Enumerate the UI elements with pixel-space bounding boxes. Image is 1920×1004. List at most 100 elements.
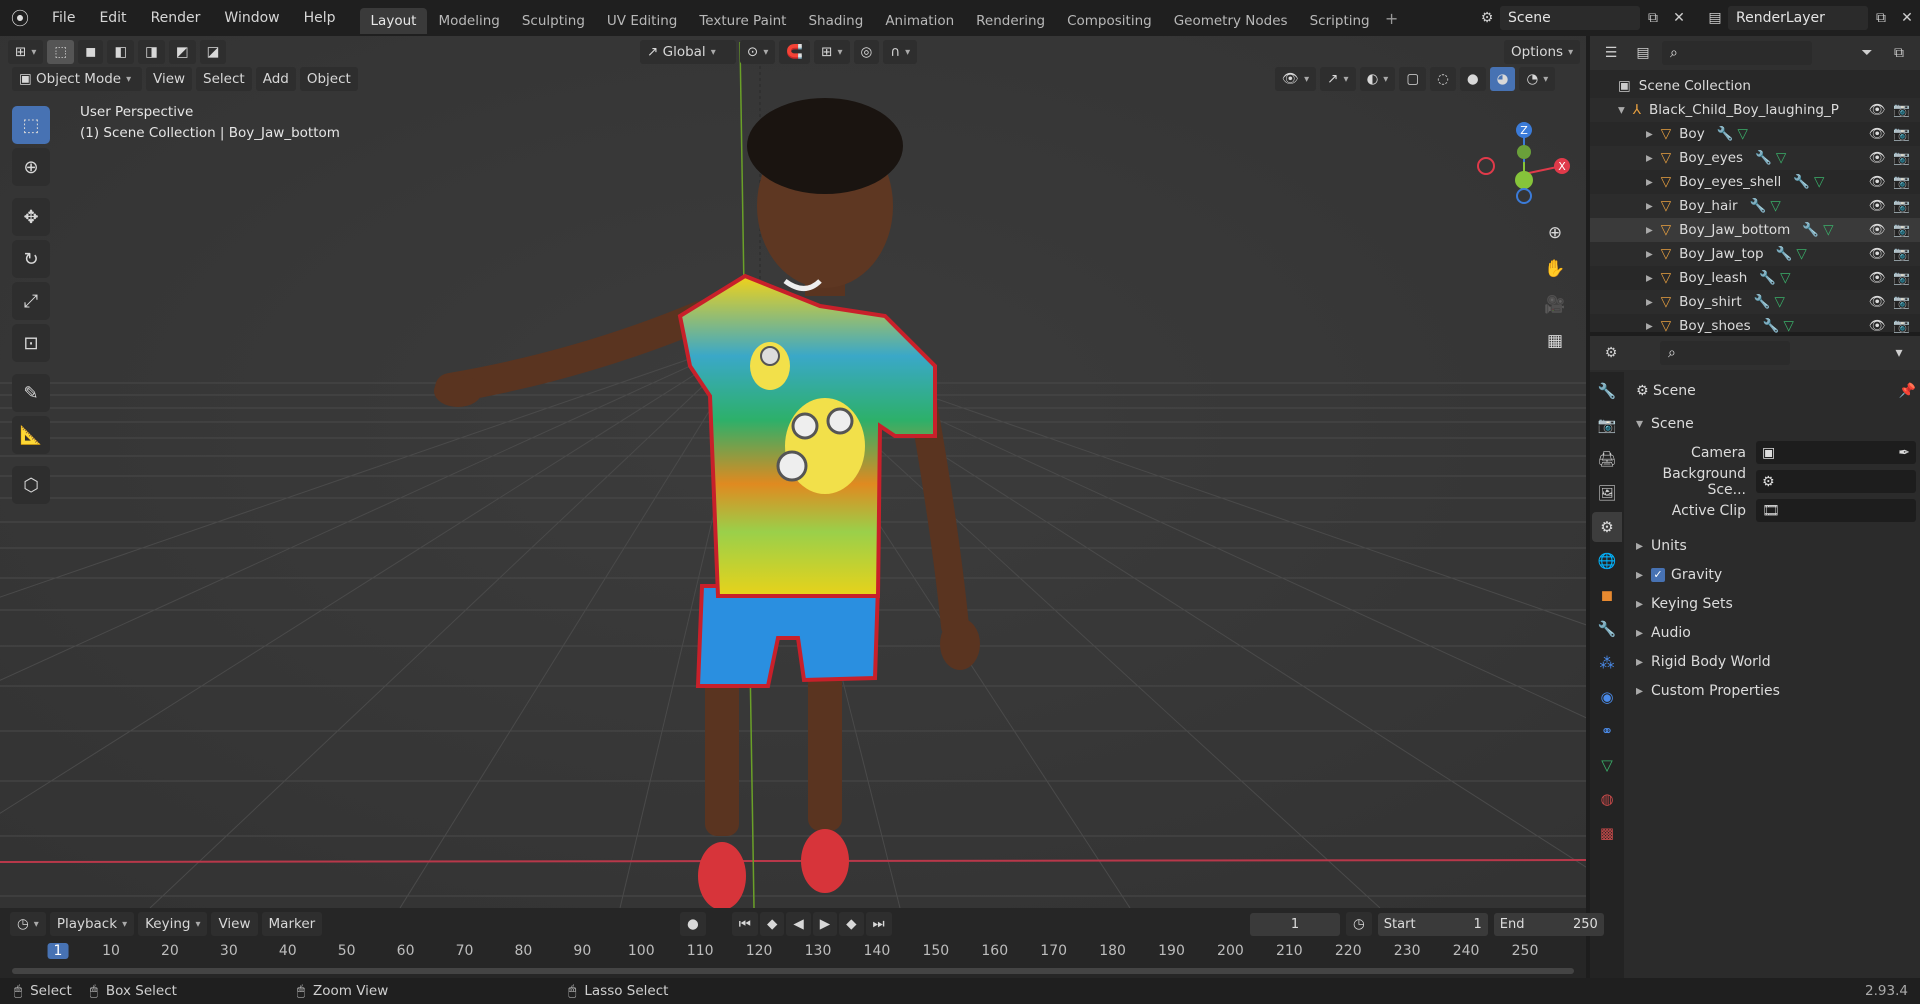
scale-tool-icon[interactable]: ⤢ [12, 282, 50, 320]
neg-z-axis-icon[interactable] [1516, 188, 1532, 204]
timeline-editor-type-icon[interactable]: ◷ ▾ [10, 912, 46, 936]
tab-layout[interactable]: Layout [359, 8, 428, 34]
current-frame-field[interactable]: 1 [1250, 912, 1340, 936]
marker-menu[interactable]: Marker [261, 912, 323, 936]
tool-tab-icon[interactable]: 🔧 [1592, 376, 1622, 406]
display-mode-icon[interactable]: ▤ [1630, 41, 1656, 65]
delete-view-layer-icon[interactable]: ✕ [1894, 6, 1920, 30]
view-layer-tab-icon[interactable]: 🖼 [1592, 478, 1622, 508]
visibility-icon[interactable]: 👁 ▾ [1275, 67, 1317, 91]
view-layer-browse-icon[interactable]: ▤ [1702, 6, 1728, 30]
data-tab-icon[interactable]: ▽ [1592, 750, 1622, 780]
outliner-item[interactable]: ▸ ▽ Boy_eyes_shell 🔧 ▽ 👁 📷 [1590, 170, 1920, 194]
outliner-item[interactable]: ▸ ▽ Boy_leash 🔧 ▽ 👁 📷 [1590, 266, 1920, 290]
menu-add[interactable]: Add [255, 67, 296, 91]
outliner-search-input[interactable]: ⌕ [1662, 41, 1812, 65]
render-camera-icon[interactable]: 📷 [1893, 174, 1910, 190]
character-figure[interactable] [400, 66, 1020, 908]
move-tool-icon[interactable]: ✥ [12, 198, 50, 236]
visibility-eye-icon[interactable]: 👁 [1869, 246, 1886, 262]
tab-modeling[interactable]: Modeling [427, 8, 510, 34]
gravity-checkbox[interactable]: ✓ [1651, 567, 1666, 582]
playback-menu[interactable]: Playback ▾ [49, 912, 135, 936]
prev-keyframe-icon[interactable]: ◆ [759, 912, 785, 936]
new-view-layer-icon[interactable]: ⧉ [1868, 6, 1894, 30]
physics-tab-icon[interactable]: ◉ [1592, 682, 1622, 712]
outliner-item[interactable]: ▸ ▽ Boy_eyes 🔧 ▽ 👁 📷 [1590, 146, 1920, 170]
constraints-tab-icon[interactable]: ⚭ [1592, 716, 1622, 746]
snap-toggle-icon[interactable]: 🧲 [779, 40, 811, 64]
render-camera-icon[interactable]: 📷 [1893, 246, 1910, 262]
view-layer-field[interactable]: RenderLayer [1728, 6, 1868, 30]
wireframe-shading-icon[interactable]: ◌ [1430, 67, 1456, 91]
material-tab-icon[interactable]: ◍ [1592, 784, 1622, 814]
render-camera-icon[interactable]: 📷 [1893, 294, 1910, 310]
outliner-editor-type-icon[interactable]: ☰ [1598, 41, 1624, 65]
eyedropper-icon[interactable]: ✒ [1898, 445, 1910, 461]
overlay-toggle-icon[interactable]: ◐ ▾ [1359, 67, 1396, 91]
render-camera-icon[interactable]: 📷 [1893, 270, 1910, 286]
delete-scene-icon[interactable]: ✕ [1666, 6, 1692, 30]
menu-object[interactable]: Object [299, 67, 358, 91]
jump-end-icon[interactable]: ⏭ [865, 912, 892, 936]
keying-menu[interactable]: Keying ▾ [138, 912, 208, 936]
proportional-edit-icon[interactable]: ◎ [853, 40, 880, 64]
transform-orientation-dropdown[interactable]: ↗ Global ▾ [640, 40, 736, 64]
rotate-tool-icon[interactable]: ↻ [12, 240, 50, 278]
visibility-eye-icon[interactable]: 👁 [1869, 126, 1886, 142]
camera-field[interactable]: ▣ ✒ [1756, 441, 1916, 464]
material-shading-icon[interactable]: ◕ [1489, 67, 1516, 91]
render-camera-icon[interactable]: 📷 [1893, 150, 1910, 166]
gizmo-toggle-icon[interactable]: ↗ ▾ [1320, 67, 1356, 91]
object-tab-icon[interactable]: ◼ [1592, 580, 1622, 610]
transform-tool-icon[interactable]: ⊡ [12, 324, 50, 362]
expand-right-icon[interactable]: ▸ [1646, 246, 1653, 262]
active-clip-field[interactable]: 🎞 [1756, 499, 1916, 522]
modifier-tab-icon[interactable]: 🔧 [1592, 614, 1622, 644]
scene-browse-icon[interactable]: ⚙ [1474, 6, 1500, 30]
annotate-tool-icon[interactable]: ✎ [12, 374, 50, 412]
outliner-scene-collection[interactable]: ▣ Scene Collection [1590, 74, 1920, 98]
outliner-item[interactable]: ▸ ▽ Boy_Jaw_top 🔧 ▽ 👁 📷 [1590, 242, 1920, 266]
menu-view[interactable]: View [146, 67, 193, 91]
snap-target-icon[interactable]: ⊞ ▾ [814, 40, 850, 64]
render-camera-icon[interactable]: 📷 [1893, 126, 1910, 142]
next-keyframe-icon[interactable]: ◆ [839, 912, 864, 936]
measure-tool-icon[interactable]: 📐 [12, 416, 50, 454]
outliner-item[interactable]: ▸ ▽ Boy_hair 🔧 ▽ 👁 📷 [1590, 194, 1920, 218]
render-camera-icon[interactable]: 📷 [1893, 318, 1910, 334]
expand-right-icon[interactable]: ▸ [1646, 126, 1653, 142]
xray-toggle-icon[interactable]: ▢ [1399, 67, 1427, 91]
timeline-scrollbar[interactable] [12, 968, 1574, 974]
gravity-panel-header[interactable]: ▸ ✓ Gravity [1636, 560, 1916, 589]
world-tab-icon[interactable]: 🌐 [1592, 546, 1622, 576]
playhead-current-frame[interactable]: 1 [47, 943, 69, 959]
expand-right-icon[interactable]: ▸ [1646, 270, 1653, 286]
select-mode-new-icon[interactable]: ◼ [78, 40, 104, 64]
keying-sets-panel-header[interactable]: ▸ Keying Sets [1636, 589, 1916, 618]
outliner-item[interactable]: ▸ ▽ Boy_shoes 🔧 ▽ 👁 📷 [1590, 314, 1920, 338]
camera-view-icon[interactable]: 🎥 [1538, 288, 1572, 322]
visibility-eye-icon[interactable]: 👁 [1869, 294, 1886, 310]
expand-right-icon[interactable]: ▸ [1646, 150, 1653, 166]
select-box-tool-icon[interactable]: ⬚ [12, 106, 50, 144]
menu-window[interactable]: Window [212, 0, 291, 36]
audio-panel-header[interactable]: ▸ Audio [1636, 618, 1916, 647]
properties-options-icon[interactable]: ▾ [1886, 341, 1912, 365]
3d-viewport[interactable]: ⊞ ▾ ⬚ ◼ ◧ ◨ ◩ ◪ ↗ Global ▾ ⊙ ▾ 🧲 ⊞ ▾ ◎ ∩ ▾ Op… [0, 36, 1586, 908]
select-mode-intersect-icon[interactable]: ◪ [199, 40, 227, 64]
pivot-point-icon[interactable]: ⊙ ▾ [740, 40, 776, 64]
expand-right-icon[interactable]: ▸ [1646, 174, 1653, 190]
perspective-toggle-icon[interactable]: ▦ [1538, 324, 1572, 358]
navigation-gizmo[interactable]: Z X [1470, 106, 1580, 216]
start-frame-field[interactable]: Start 1 [1377, 912, 1488, 936]
menu-file[interactable]: File [40, 0, 87, 36]
render-camera-icon[interactable]: 📷 [1893, 198, 1910, 214]
visibility-eye-icon[interactable]: 👁 [1869, 174, 1886, 190]
expand-right-icon[interactable]: ▸ [1646, 198, 1653, 214]
tab-scripting[interactable]: Scripting [1299, 8, 1381, 34]
outliner-collection-row[interactable]: ▾ ⅄ Black_Child_Boy_laughing_Pc 👁 📷 [1590, 98, 1920, 122]
particles-tab-icon[interactable]: ⁂ [1592, 648, 1622, 678]
add-cube-tool-icon[interactable]: ⬡ [12, 466, 50, 504]
outliner-item[interactable]: ▸ ▽ Boy 🔧 ▽ 👁 📷 [1590, 122, 1920, 146]
